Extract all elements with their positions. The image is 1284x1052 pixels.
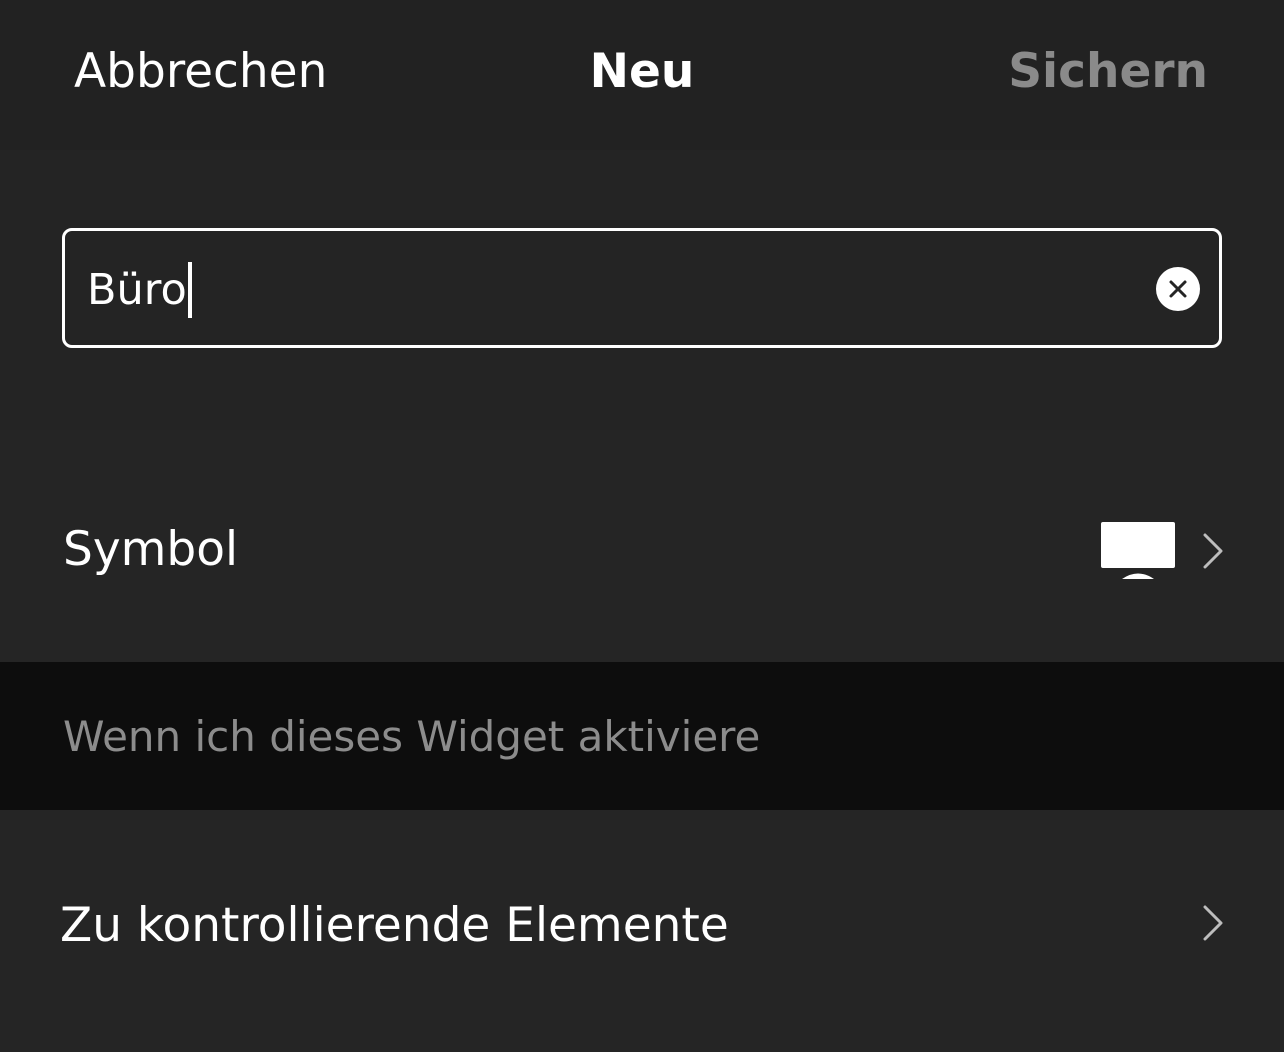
name-section: Büro: [0, 150, 1284, 430]
navigation-bar: Abbrechen Neu Sichern: [0, 0, 1284, 150]
name-input[interactable]: Büro: [62, 228, 1222, 348]
cancel-button[interactable]: Abbrechen: [74, 44, 327, 99]
symbol-row[interactable]: Symbol: [0, 440, 1284, 662]
section-header: Wenn ich dieses Widget aktiviere: [0, 662, 1284, 810]
name-input-value: Büro: [87, 265, 187, 315]
controlled-elements-label: Zu kontrollierende Elemente: [60, 898, 729, 953]
close-icon: [1169, 280, 1187, 298]
chevron-right-icon: [1203, 533, 1223, 569]
monitor-icon: [1101, 522, 1175, 579]
text-caret: [187, 261, 192, 318]
section-header-text: Wenn ich dieses Widget aktiviere: [63, 712, 761, 761]
save-button[interactable]: Sichern: [1008, 44, 1208, 99]
symbol-label: Symbol: [63, 522, 239, 577]
new-widget-screen: Abbrechen Neu Sichern Büro Symbol Wenn i…: [0, 0, 1284, 1052]
chevron-right-icon: [1203, 905, 1223, 941]
clear-input-button[interactable]: [1156, 267, 1200, 311]
controlled-elements-row[interactable]: Zu kontrollierende Elemente: [0, 812, 1284, 1052]
